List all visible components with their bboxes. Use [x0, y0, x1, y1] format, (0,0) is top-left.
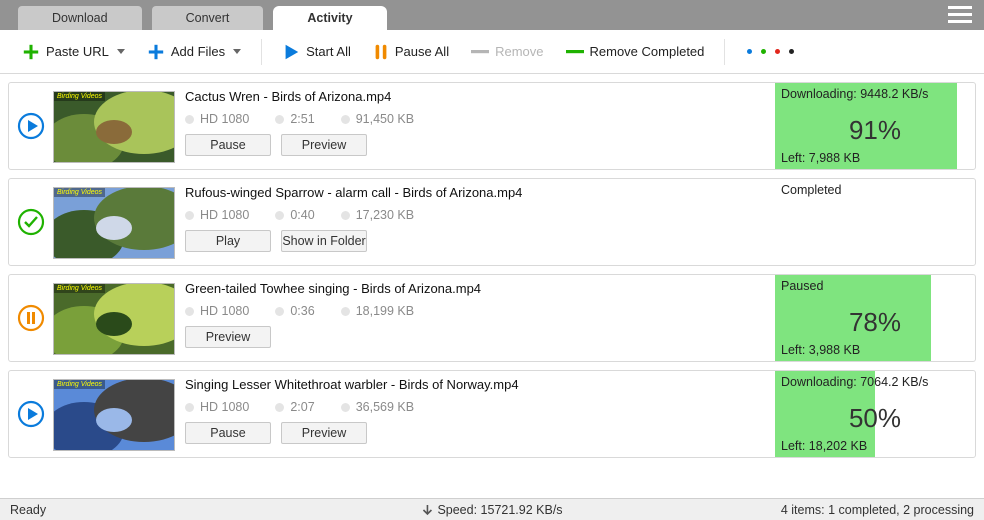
- item-left: Left: 18,202 KB: [781, 439, 867, 453]
- item-meta: HD 1080 2:07 36,569 KB: [185, 400, 775, 414]
- menu-icon[interactable]: [948, 4, 972, 24]
- pause-icon: [373, 43, 389, 61]
- thumbnail[interactable]: Birding Videos: [53, 283, 175, 355]
- thumbnail[interactable]: Birding Videos: [53, 91, 175, 163]
- item-left: Left: 7,988 KB: [781, 151, 860, 165]
- download-list: Birding Videos Cactus Wren - Birds of Ar…: [0, 74, 984, 498]
- play-circle-icon: [17, 112, 45, 140]
- item-percent: 78%: [775, 307, 975, 338]
- item-title: Singing Lesser Whitethroat warbler - Bir…: [185, 377, 775, 392]
- download-arrow-icon: [421, 504, 433, 516]
- list-item[interactable]: Birding Videos Singing Lesser Whitethroa…: [8, 370, 976, 458]
- thumbnail-stamp: Birding Videos: [54, 284, 105, 293]
- paste-url-button[interactable]: Paste URL: [14, 39, 133, 65]
- more-button[interactable]: [737, 45, 803, 58]
- item-progress: Downloading: 9448.2 KB/s 91% Left: 7,988…: [775, 83, 975, 169]
- status-bar: Ready Speed: 15721.92 KB/s 4 items: 1 co…: [0, 498, 984, 520]
- item-button-2[interactable]: Show in Folder: [281, 230, 367, 252]
- item-button-1[interactable]: Pause: [185, 422, 271, 444]
- row-state-icon[interactable]: [9, 275, 53, 361]
- item-status-text: Completed: [781, 183, 969, 197]
- item-percent: 91%: [775, 115, 975, 146]
- item-button-2[interactable]: Preview: [185, 326, 271, 348]
- item-progress: Downloading: 7064.2 KB/s 50% Left: 18,20…: [775, 371, 975, 457]
- plus-icon: [147, 43, 165, 61]
- play-circle-icon: [17, 400, 45, 428]
- status-ready: Ready: [10, 503, 46, 517]
- toolbar-separator: [724, 39, 725, 65]
- thumbnail-stamp: Birding Videos: [54, 92, 105, 101]
- list-item[interactable]: Birding Videos Rufous-winged Sparrow - a…: [8, 178, 976, 266]
- row-state-icon[interactable]: [9, 83, 53, 169]
- minus-icon: [471, 48, 489, 56]
- thumbnail[interactable]: Birding Videos: [53, 187, 175, 259]
- list-item[interactable]: Birding Videos Green-tailed Towhee singi…: [8, 274, 976, 362]
- list-item[interactable]: Birding Videos Cactus Wren - Birds of Ar…: [8, 82, 976, 170]
- item-button-2[interactable]: Preview: [281, 134, 367, 156]
- start-all-button[interactable]: Start All: [274, 39, 359, 65]
- add-files-button[interactable]: Add Files: [139, 39, 249, 65]
- tab-convert[interactable]: Convert: [152, 6, 264, 30]
- item-info: Singing Lesser Whitethroat warbler - Bir…: [181, 371, 775, 457]
- caret-down-icon: [117, 49, 125, 55]
- item-title: Rufous-winged Sparrow - alarm call - Bir…: [185, 185, 775, 200]
- thumbnail[interactable]: Birding Videos: [53, 379, 175, 451]
- item-meta: HD 1080 0:36 18,199 KB: [185, 304, 775, 318]
- item-meta: HD 1080 2:51 91,450 KB: [185, 112, 775, 126]
- thumbnail-stamp: Birding Videos: [54, 188, 105, 197]
- pause-all-button[interactable]: Pause All: [365, 39, 457, 65]
- item-info: Cactus Wren - Birds of Arizona.mp4 HD 10…: [181, 83, 775, 169]
- item-button-1[interactable]: Play: [185, 230, 271, 252]
- item-button-2[interactable]: Preview: [281, 422, 367, 444]
- thumbnail-stamp: Birding Videos: [54, 380, 105, 389]
- tab-download[interactable]: Download: [18, 6, 142, 30]
- item-button-1[interactable]: Pause: [185, 134, 271, 156]
- caret-down-icon: [233, 49, 241, 55]
- item-info: Green-tailed Towhee singing - Birds of A…: [181, 275, 775, 361]
- item-status-text: Downloading: 9448.2 KB/s: [781, 87, 969, 101]
- tab-activity[interactable]: Activity: [273, 6, 386, 30]
- item-meta: HD 1080 0:40 17,230 KB: [185, 208, 775, 222]
- play-icon: [282, 43, 300, 61]
- remove-button: Remove: [463, 40, 551, 63]
- toolbar-separator: [261, 39, 262, 65]
- remove-completed-button[interactable]: Remove Completed: [558, 40, 713, 63]
- toolbar: Paste URL Add Files Start All Pause All …: [0, 30, 984, 74]
- status-speed: Speed: 15721.92 KB/s: [437, 503, 562, 517]
- row-state-icon[interactable]: [9, 371, 53, 457]
- plus-icon: [22, 43, 40, 61]
- item-info: Rufous-winged Sparrow - alarm call - Bir…: [181, 179, 775, 265]
- item-title: Green-tailed Towhee singing - Birds of A…: [185, 281, 775, 296]
- pause-circle-icon: [17, 304, 45, 332]
- check-circle-icon: [17, 208, 45, 236]
- item-left: Left: 3,988 KB: [781, 343, 860, 357]
- item-progress: Completed: [775, 179, 975, 265]
- item-title: Cactus Wren - Birds of Arizona.mp4: [185, 89, 775, 104]
- status-summary: 4 items: 1 completed, 2 processing: [781, 503, 974, 517]
- row-state-icon[interactable]: [9, 179, 53, 265]
- item-percent: 50%: [775, 403, 975, 434]
- minus-icon: [566, 48, 584, 56]
- tab-bar: Download Convert Activity: [0, 0, 984, 30]
- item-status-text: Paused: [781, 279, 969, 293]
- item-status-text: Downloading: 7064.2 KB/s: [781, 375, 969, 389]
- item-progress: Paused 78% Left: 3,988 KB: [775, 275, 975, 361]
